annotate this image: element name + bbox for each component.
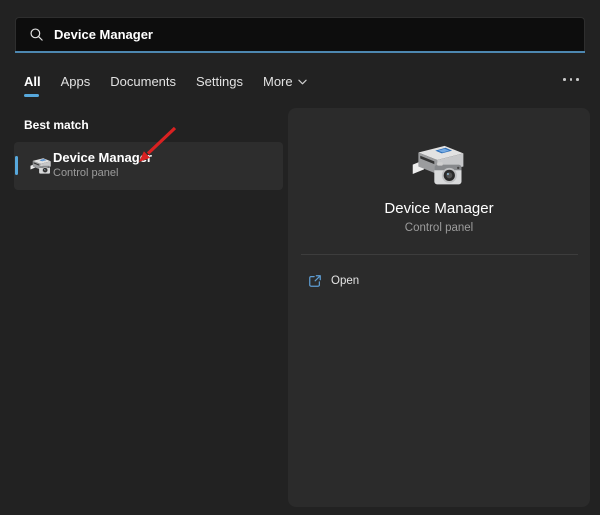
more-options-ellipsis-icon[interactable]: [563, 78, 579, 81]
preview-subtitle: Control panel: [288, 222, 590, 234]
open-label: Open: [331, 275, 359, 287]
tab-documents[interactable]: Documents: [110, 74, 176, 89]
best-match-section-label: Best match: [24, 118, 89, 132]
open-action[interactable]: Open: [300, 268, 367, 294]
tab-settings[interactable]: Settings: [196, 74, 243, 89]
search-filter-tabs: All Apps Documents Settings More: [24, 74, 307, 89]
chevron-down-icon: [298, 79, 307, 85]
windows-search-window: { "search": { "value": "Device Manager",…: [0, 0, 600, 515]
tab-all[interactable]: All: [24, 74, 41, 89]
open-external-icon: [308, 274, 322, 288]
best-match-result-device-manager[interactable]: Device Manager Control panel: [14, 142, 283, 190]
device-manager-icon: [409, 140, 469, 193]
device-manager-icon: [29, 156, 53, 177]
preview-title: Device Manager: [288, 200, 590, 217]
search-input[interactable]: [54, 27, 571, 42]
search-icon: [29, 27, 44, 42]
result-title: Device Manager: [53, 150, 152, 165]
result-subtitle: Control panel: [53, 167, 118, 179]
preview-panel: Device Manager Control panel Open: [288, 108, 590, 507]
active-tab-indicator: [24, 94, 39, 97]
tab-more[interactable]: More: [263, 74, 307, 89]
search-bar[interactable]: [15, 17, 585, 51]
divider: [301, 254, 578, 255]
search-underline: [15, 51, 585, 54]
selection-accent-bar: [15, 156, 18, 175]
tab-apps[interactable]: Apps: [61, 74, 91, 89]
